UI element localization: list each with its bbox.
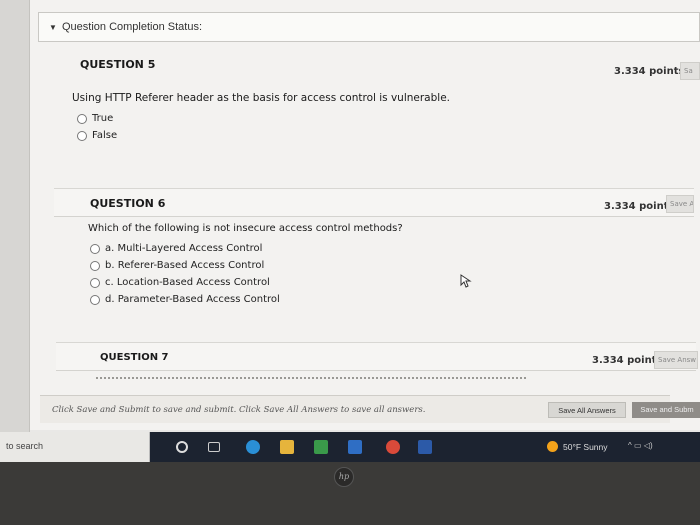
question-7: QUESTION 7 3.334 points Save Answ: [56, 342, 698, 379]
hp-logo-icon: hp: [334, 467, 354, 487]
radio-button[interactable]: [77, 113, 87, 124]
screen: ▼ Question Completion Status: QUESTION 5…: [0, 0, 700, 462]
question-title: QUESTION 6: [90, 197, 166, 210]
question-text: Which of the following is not insecure a…: [88, 223, 403, 234]
save-answer-button[interactable]: Save A: [666, 195, 694, 213]
task-view-icon[interactable]: [208, 442, 220, 452]
collapse-arrow-icon[interactable]: ▼: [49, 23, 57, 32]
network-icon[interactable]: ▭: [634, 441, 642, 450]
option-label: True: [92, 113, 114, 124]
status-label: Question Completion Status:: [61, 21, 203, 33]
question-5: QUESTION 5 3.334 points Sa Using HTTP Re…: [52, 52, 700, 144]
option-c[interactable]: c. Location-Based Access Control: [90, 274, 694, 291]
question-header: QUESTION 7 3.334 points Save Answ: [56, 343, 698, 371]
question-text: Using HTTP Referer header as the basis f…: [72, 92, 450, 104]
option-false[interactable]: False: [77, 127, 692, 144]
question-points: 3.334 points: [604, 201, 675, 212]
option-label: d. Parameter-Based Access Control: [105, 294, 280, 305]
option-label: False: [92, 130, 118, 141]
store-icon[interactable]: [314, 440, 328, 454]
radio-button[interactable]: [90, 294, 100, 305]
cortana-icon[interactable]: [176, 441, 188, 453]
question-6: QUESTION 6 3.334 points Save A Which of …: [54, 188, 694, 308]
question-title: QUESTION 5: [80, 58, 156, 71]
word-icon[interactable]: [418, 440, 432, 454]
question-points: 3.334 points: [614, 66, 685, 77]
question-header: QUESTION 5 3.334 points Sa: [52, 52, 700, 80]
save-answer-button[interactable]: Sa: [680, 62, 700, 80]
option-label: a. Multi-Layered Access Control: [105, 243, 263, 254]
taskbar-search[interactable]: to search: [0, 432, 150, 462]
mail-icon[interactable]: [348, 440, 362, 454]
submit-footer: Click Save and Submit to save and submit…: [40, 395, 700, 423]
option-true[interactable]: True: [77, 110, 692, 127]
weather-widget[interactable]: 50°F Sunny: [547, 441, 608, 452]
mouse-cursor-icon: [460, 274, 472, 288]
volume-icon[interactable]: ◁): [644, 441, 653, 450]
save-and-submit-button[interactable]: Save and Subm: [632, 402, 700, 418]
radio-button[interactable]: [90, 260, 100, 271]
left-rail: [0, 0, 30, 462]
test-page: ▼ Question Completion Status: QUESTION 5…: [30, 0, 700, 430]
edge-icon[interactable]: [246, 440, 260, 454]
chrome-icon[interactable]: [386, 440, 400, 454]
question-header: QUESTION 6 3.334 points Save A: [54, 189, 694, 217]
save-all-answers-button[interactable]: Save All Answers: [548, 402, 626, 418]
option-label: b. Referer-Based Access Control: [105, 260, 265, 271]
option-d[interactable]: d. Parameter-Based Access Control: [90, 291, 694, 308]
option-a[interactable]: a. Multi-Layered Access Control: [90, 240, 694, 257]
file-explorer-icon[interactable]: [280, 440, 294, 454]
footer-instruction: Click Save and Submit to save and submit…: [52, 405, 426, 415]
question-title: QUESTION 7: [100, 352, 169, 363]
system-tray[interactable]: ^ ▭ ◁): [628, 441, 653, 450]
windows-taskbar: to search 50°F Sunny ^ ▭ ◁): [0, 432, 700, 462]
option-b[interactable]: b. Referer-Based Access Control: [90, 257, 694, 274]
sun-icon: [547, 441, 558, 452]
radio-button[interactable]: [77, 130, 87, 141]
search-placeholder: to search: [6, 441, 44, 451]
chevron-up-icon[interactable]: ^: [628, 441, 632, 450]
radio-button[interactable]: [90, 277, 100, 288]
radio-button[interactable]: [90, 243, 100, 254]
option-label: c. Location-Based Access Control: [105, 277, 270, 288]
question-text-cutoff: [96, 377, 526, 380]
question-points: 3.334 points: [592, 355, 663, 366]
weather-text: 50°F Sunny: [563, 441, 608, 452]
save-answer-button[interactable]: Save Answ: [654, 351, 698, 369]
question-completion-status[interactable]: ▼ Question Completion Status:: [38, 12, 700, 42]
